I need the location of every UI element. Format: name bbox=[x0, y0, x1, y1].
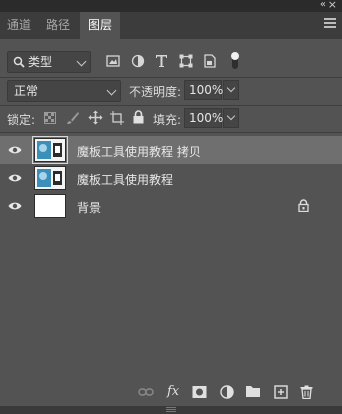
smart-object-filter-icon[interactable] bbox=[204, 54, 216, 68]
fx-icon[interactable]: fx bbox=[167, 384, 179, 399]
close-panel-button[interactable]: × bbox=[328, 0, 337, 11]
tab-layers[interactable]: 图层 bbox=[80, 12, 120, 39]
adjustment-layer-icon[interactable] bbox=[220, 385, 234, 399]
panel-tab-bar: 通道 路径 图层 bbox=[0, 12, 342, 39]
new-group-icon[interactable] bbox=[245, 385, 261, 398]
text-filter-icon[interactable] bbox=[155, 54, 168, 68]
adjustment-filter-icon[interactable] bbox=[131, 54, 145, 68]
lock-artboard-icon[interactable] bbox=[110, 111, 124, 125]
layer-name[interactable]: 背景 bbox=[77, 199, 101, 216]
tab-paths[interactable]: 路径 bbox=[38, 12, 78, 39]
tab-channels[interactable]: 通道 bbox=[0, 12, 38, 39]
visibility-eye-icon[interactable] bbox=[8, 200, 22, 212]
blend-mode-label: 正常 bbox=[14, 84, 39, 98]
blend-mode-select[interactable]: 正常 bbox=[7, 80, 121, 102]
collapse-panel-button[interactable]: « bbox=[320, 0, 326, 10]
shape-filter-icon[interactable] bbox=[179, 54, 193, 68]
visibility-eye-icon[interactable] bbox=[8, 172, 22, 184]
image-thumbnail-icon bbox=[35, 167, 65, 189]
new-layer-icon[interactable] bbox=[274, 385, 288, 399]
layer-row-copy[interactable]: 魔板工具使用教程 拷贝 bbox=[0, 136, 342, 164]
layer-thumbnail bbox=[34, 194, 66, 218]
visibility-eye-icon[interactable] bbox=[8, 144, 22, 156]
layer-row-background[interactable]: 背景 bbox=[0, 192, 342, 220]
panel-top-strip: « × bbox=[0, 0, 342, 12]
add-mask-icon[interactable] bbox=[192, 385, 207, 399]
chevron-down-icon bbox=[106, 85, 117, 96]
chevron-down-icon bbox=[226, 83, 236, 93]
resize-grip-icon[interactable] bbox=[166, 407, 176, 413]
search-icon bbox=[13, 56, 25, 68]
layer-filter-kind-select[interactable]: 类型 bbox=[7, 51, 91, 73]
delete-icon[interactable] bbox=[300, 385, 313, 399]
panel-menu-icon[interactable] bbox=[324, 18, 336, 30]
lock-all-icon[interactable] bbox=[133, 110, 144, 124]
link-layers-icon[interactable] bbox=[138, 385, 154, 399]
layer-name[interactable]: 魔板工具使用教程 bbox=[77, 171, 173, 188]
image-filter-icon[interactable] bbox=[106, 55, 120, 67]
layer-thumbnail bbox=[32, 136, 68, 164]
layers-bottom-toolbar: fx bbox=[0, 380, 342, 406]
fill-input[interactable]: 100% bbox=[184, 108, 223, 128]
lock-paint-icon[interactable] bbox=[66, 111, 80, 125]
lock-label: 锁定: bbox=[7, 113, 36, 127]
chevron-down-icon bbox=[76, 56, 87, 67]
lock-transparent-icon[interactable] bbox=[44, 112, 56, 124]
filter-kind-label: 类型 bbox=[28, 55, 53, 69]
chevron-down-icon bbox=[226, 111, 236, 121]
lock-position-icon[interactable] bbox=[88, 110, 103, 125]
layer-lock-icon[interactable] bbox=[298, 199, 309, 212]
opacity-label: 不透明度: bbox=[129, 85, 182, 99]
fill-slider-button[interactable] bbox=[223, 108, 239, 128]
opacity-input[interactable]: 100% bbox=[184, 80, 223, 100]
image-thumbnail-icon bbox=[35, 139, 65, 161]
layer-name[interactable]: 魔板工具使用教程 拷贝 bbox=[77, 143, 201, 160]
fill-label: 填充: bbox=[153, 113, 182, 127]
layer-row-original[interactable]: 魔板工具使用教程 bbox=[0, 164, 342, 192]
opacity-slider-button[interactable] bbox=[223, 80, 239, 100]
layer-thumbnail bbox=[34, 166, 66, 190]
filter-toggle-icon[interactable] bbox=[230, 51, 240, 71]
